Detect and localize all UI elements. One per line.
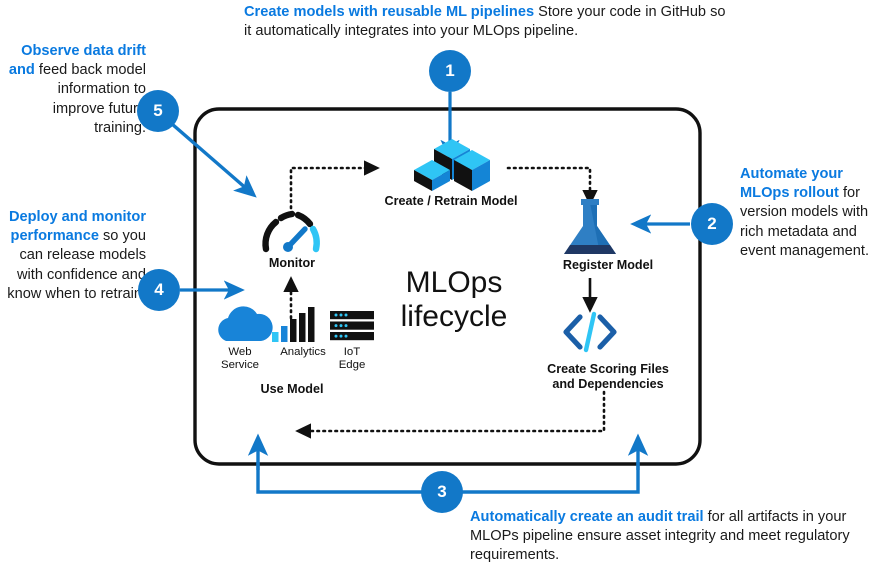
cubes-icon (414, 139, 490, 191)
callout-number-4[interactable]: 4 (138, 269, 180, 311)
sub-label-iot-edge-line2: Edge (338, 358, 366, 371)
node-label-scoring-line1: Create Scoring Files (547, 362, 669, 376)
center-title-line1: MLOps (405, 266, 503, 299)
callout-number-2[interactable]: 2 (691, 203, 733, 245)
callout-number-3[interactable]: 3 (421, 471, 463, 513)
sub-label-web-service: Web Service (210, 346, 270, 371)
callout-text-1: Create models with reusable ML pipelines… (244, 3, 736, 41)
code-brackets-icon (563, 311, 617, 353)
callout-text-4: Deploy and monitor performance so you ca… (4, 208, 146, 304)
cycle-arrow-scoring-to-usemodel (295, 390, 606, 439)
callout-number-5[interactable]: 5 (137, 90, 179, 132)
center-title-line2: lifecycle (400, 300, 508, 333)
sub-label-web-service-line2: Service (221, 358, 259, 371)
bar-chart-icon (272, 307, 315, 342)
node-label-create-scoring-files: Create Scoring Files and Dependencies (508, 362, 708, 392)
node-label-use-model: Use Model (260, 382, 324, 396)
center-title: MLOps lifecycle (352, 266, 556, 334)
sub-label-analytics-line1: Analytics (280, 346, 326, 358)
node-label-create-retrain-model: Create / Retrain Model (384, 194, 518, 208)
gauge-icon (262, 210, 320, 253)
flask-icon (564, 199, 616, 254)
cycle-arrow-create-to-register (506, 166, 598, 206)
callout-3-bold: Automatically create an audit trail (470, 509, 704, 525)
callout-5-rest: feed back model information to improve f… (34, 62, 146, 136)
sub-label-web-service-line1: Web (228, 346, 252, 358)
callout-number-4-label: 4 (154, 280, 164, 299)
sub-label-analytics: Analytics (268, 346, 338, 359)
cloud-icon (218, 306, 273, 341)
callout-text-5: Observe data drift and feed back model i… (4, 42, 146, 138)
callout-number-2-label: 2 (707, 214, 717, 233)
callout-number-3-label: 3 (437, 482, 447, 501)
sub-label-iot-edge: IoT Edge (330, 346, 374, 371)
callout-number-1[interactable]: 1 (429, 50, 471, 92)
mlops-lifecycle-diagram: Create models with reusable ML pipelines… (0, 0, 890, 570)
callout-2-bold: Automate your MLOps rollout (740, 166, 843, 202)
callout-number-1-label: 1 (445, 61, 455, 80)
node-label-monitor: Monitor (268, 256, 316, 270)
callout-1-bold: Create models with reusable ML pipelines (244, 4, 535, 20)
callout-text-2: Automate your MLOps rollout for version … (740, 165, 890, 261)
sub-label-iot-edge-line1: IoT (343, 346, 361, 358)
node-label-scoring-line2: and Dependencies (552, 377, 664, 391)
callout-number-5-label: 5 (153, 101, 163, 120)
callout-text-3: Automatically create an audit trail for … (470, 508, 888, 566)
connector-arrow-5 (170, 122, 257, 198)
